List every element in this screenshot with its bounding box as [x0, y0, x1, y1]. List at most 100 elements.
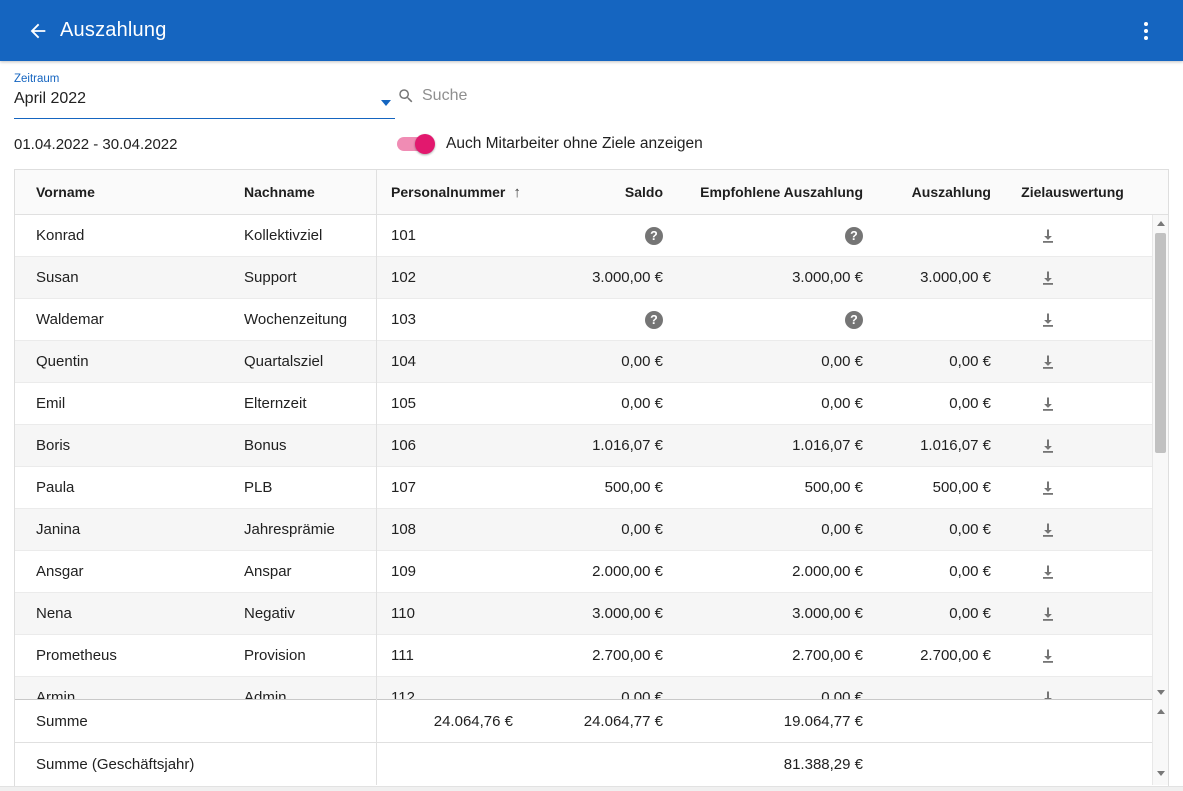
cell-personalnummer: 103 — [376, 299, 521, 340]
download-zielauswertung-button[interactable] — [1035, 475, 1061, 501]
column-header-empfohlene-auszahlung[interactable]: Empfohlene Auszahlung — [671, 170, 871, 214]
cell-zielauswertung — [999, 215, 1168, 256]
toggle-thumb — [415, 134, 435, 154]
column-header-saldo[interactable]: Saldo — [521, 170, 671, 214]
vertical-scrollbar[interactable] — [1152, 215, 1168, 701]
cell-auszahlung: 3.000,00 € — [871, 257, 999, 298]
horizontal-scrollbar-track — [0, 786, 1183, 791]
cell-personalnummer: 107 — [376, 467, 521, 508]
period-select-label: Zeitraum — [14, 73, 395, 85]
column-header-zielauswertung[interactable]: Zielauswertung — [999, 170, 1168, 214]
search-icon — [397, 87, 415, 105]
search-field[interactable] — [397, 73, 1169, 119]
download-zielauswertung-button[interactable] — [1035, 643, 1061, 669]
summary-fiscal-spacer — [871, 743, 999, 786]
summary-row-fiscal-year: Summe (Geschäftsjahr) 81.388,29 € — [15, 743, 1168, 786]
cell-saldo: 0,00 € — [521, 341, 671, 382]
scroll-up-icon[interactable] — [1157, 709, 1165, 714]
table-row: PrometheusProvision1112.700,00 €2.700,00… — [15, 635, 1168, 677]
table-row: KonradKollektivziel101?? — [15, 215, 1168, 257]
cell-auszahlung: 2.700,00 € — [871, 635, 999, 676]
help-icon[interactable]: ? — [645, 311, 663, 329]
cell-personalnummer: 106 — [376, 425, 521, 466]
column-divider — [376, 170, 377, 785]
table-row: QuentinQuartalsziel1040,00 €0,00 €0,00 € — [15, 341, 1168, 383]
cell-empfohlene: 0,00 € — [671, 509, 871, 550]
page-title: Auszahlung — [60, 19, 167, 42]
summary-fiscal-empfohlene — [521, 743, 671, 786]
filter-bar: Zeitraum April 2022 — [0, 61, 1183, 119]
table-row: EmilElternzeit1050,00 €0,00 €0,00 € — [15, 383, 1168, 425]
cell-vorname: Emil — [15, 383, 240, 424]
summary-row-month: Summe 24.064,76 € 24.064,77 € 19.064,77 … — [15, 700, 1168, 743]
column-header-personalnummer[interactable]: Personalnummer ↑ — [376, 170, 521, 214]
cell-saldo: 0,00 € — [521, 509, 671, 550]
cell-zielauswertung — [999, 467, 1168, 508]
summary-empfohlene: 24.064,77 € — [521, 700, 671, 742]
download-zielauswertung-button[interactable] — [1035, 517, 1061, 543]
toggle-track[interactable] — [397, 137, 432, 151]
cell-auszahlung: 0,00 € — [871, 593, 999, 634]
table-row: PaulaPLB107500,00 €500,00 €500,00 € — [15, 467, 1168, 509]
download-zielauswertung-button[interactable] — [1035, 391, 1061, 417]
cell-auszahlung — [871, 299, 999, 340]
payout-table: Vorname Nachname Personalnummer ↑ Saldo … — [14, 169, 1169, 786]
cell-personalnummer: 111 — [376, 635, 521, 676]
show-employees-without-goals-toggle[interactable]: Auch Mitarbeiter ohne Ziele anzeigen — [397, 119, 703, 169]
cell-nachname: Provision — [240, 635, 376, 676]
cell-nachname: Negativ — [240, 593, 376, 634]
cell-personalnummer: 102 — [376, 257, 521, 298]
download-zielauswertung-button[interactable] — [1035, 307, 1061, 333]
scrollbar-thumb[interactable] — [1155, 233, 1166, 453]
table-row: AnsgarAnspar1092.000,00 €2.000,00 €0,00 … — [15, 551, 1168, 593]
cell-vorname: Paula — [15, 467, 240, 508]
help-icon[interactable]: ? — [845, 227, 863, 245]
column-header-vorname[interactable]: Vorname — [15, 170, 240, 214]
toggle-label: Auch Mitarbeiter ohne Ziele anzeigen — [446, 135, 703, 153]
cell-empfohlene: ? — [671, 215, 871, 256]
cell-nachname: Kollektivziel — [240, 215, 376, 256]
cell-vorname: Ansgar — [15, 551, 240, 592]
scroll-down-icon[interactable] — [1157, 690, 1165, 695]
cell-nachname: Anspar — [240, 551, 376, 592]
back-button[interactable] — [24, 17, 52, 45]
download-zielauswertung-button[interactable] — [1035, 223, 1061, 249]
summary-fiscal-ziel-spacer — [999, 743, 1168, 786]
period-select[interactable]: Zeitraum April 2022 — [14, 73, 395, 119]
help-icon[interactable]: ? — [845, 311, 863, 329]
cell-empfohlene: 0,00 € — [671, 383, 871, 424]
overflow-menu-button[interactable] — [1131, 14, 1161, 48]
cell-saldo: 500,00 € — [521, 467, 671, 508]
table-header-row: Vorname Nachname Personalnummer ↑ Saldo … — [15, 170, 1168, 215]
scroll-down-icon[interactable] — [1157, 771, 1165, 776]
cell-zielauswertung — [999, 593, 1168, 634]
cell-auszahlung: 0,00 € — [871, 341, 999, 382]
cell-nachname: PLB — [240, 467, 376, 508]
download-zielauswertung-button[interactable] — [1035, 433, 1061, 459]
help-icon[interactable]: ? — [645, 227, 663, 245]
cell-saldo: 3.000,00 € — [521, 593, 671, 634]
cell-empfohlene: 1.016,07 € — [671, 425, 871, 466]
column-header-nachname[interactable]: Nachname — [240, 170, 376, 214]
cell-vorname: Waldemar — [15, 299, 240, 340]
scroll-up-icon[interactable] — [1157, 221, 1165, 226]
download-zielauswertung-button[interactable] — [1035, 559, 1061, 585]
cell-auszahlung: 1.016,07 € — [871, 425, 999, 466]
cell-auszahlung: 0,00 € — [871, 509, 999, 550]
summary-ziel-spacer — [999, 700, 1168, 742]
cell-empfohlene: 0,00 € — [671, 341, 871, 382]
cell-empfohlene: 3.000,00 € — [671, 257, 871, 298]
download-zielauswertung-button[interactable] — [1035, 601, 1061, 627]
download-zielauswertung-button[interactable] — [1035, 265, 1061, 291]
table-row: BorisBonus1061.016,07 €1.016,07 €1.016,0… — [15, 425, 1168, 467]
download-zielauswertung-button[interactable] — [1035, 349, 1061, 375]
cell-empfohlene: 2.000,00 € — [671, 551, 871, 592]
footer-scrollbar[interactable] — [1152, 700, 1168, 785]
cell-auszahlung: 0,00 € — [871, 551, 999, 592]
summary-spacer — [871, 700, 999, 742]
cell-empfohlene: ? — [671, 299, 871, 340]
column-header-auszahlung[interactable]: Auszahlung — [871, 170, 999, 214]
cell-personalnummer: 108 — [376, 509, 521, 550]
search-input[interactable] — [422, 87, 1169, 105]
kebab-icon — [1144, 22, 1148, 40]
